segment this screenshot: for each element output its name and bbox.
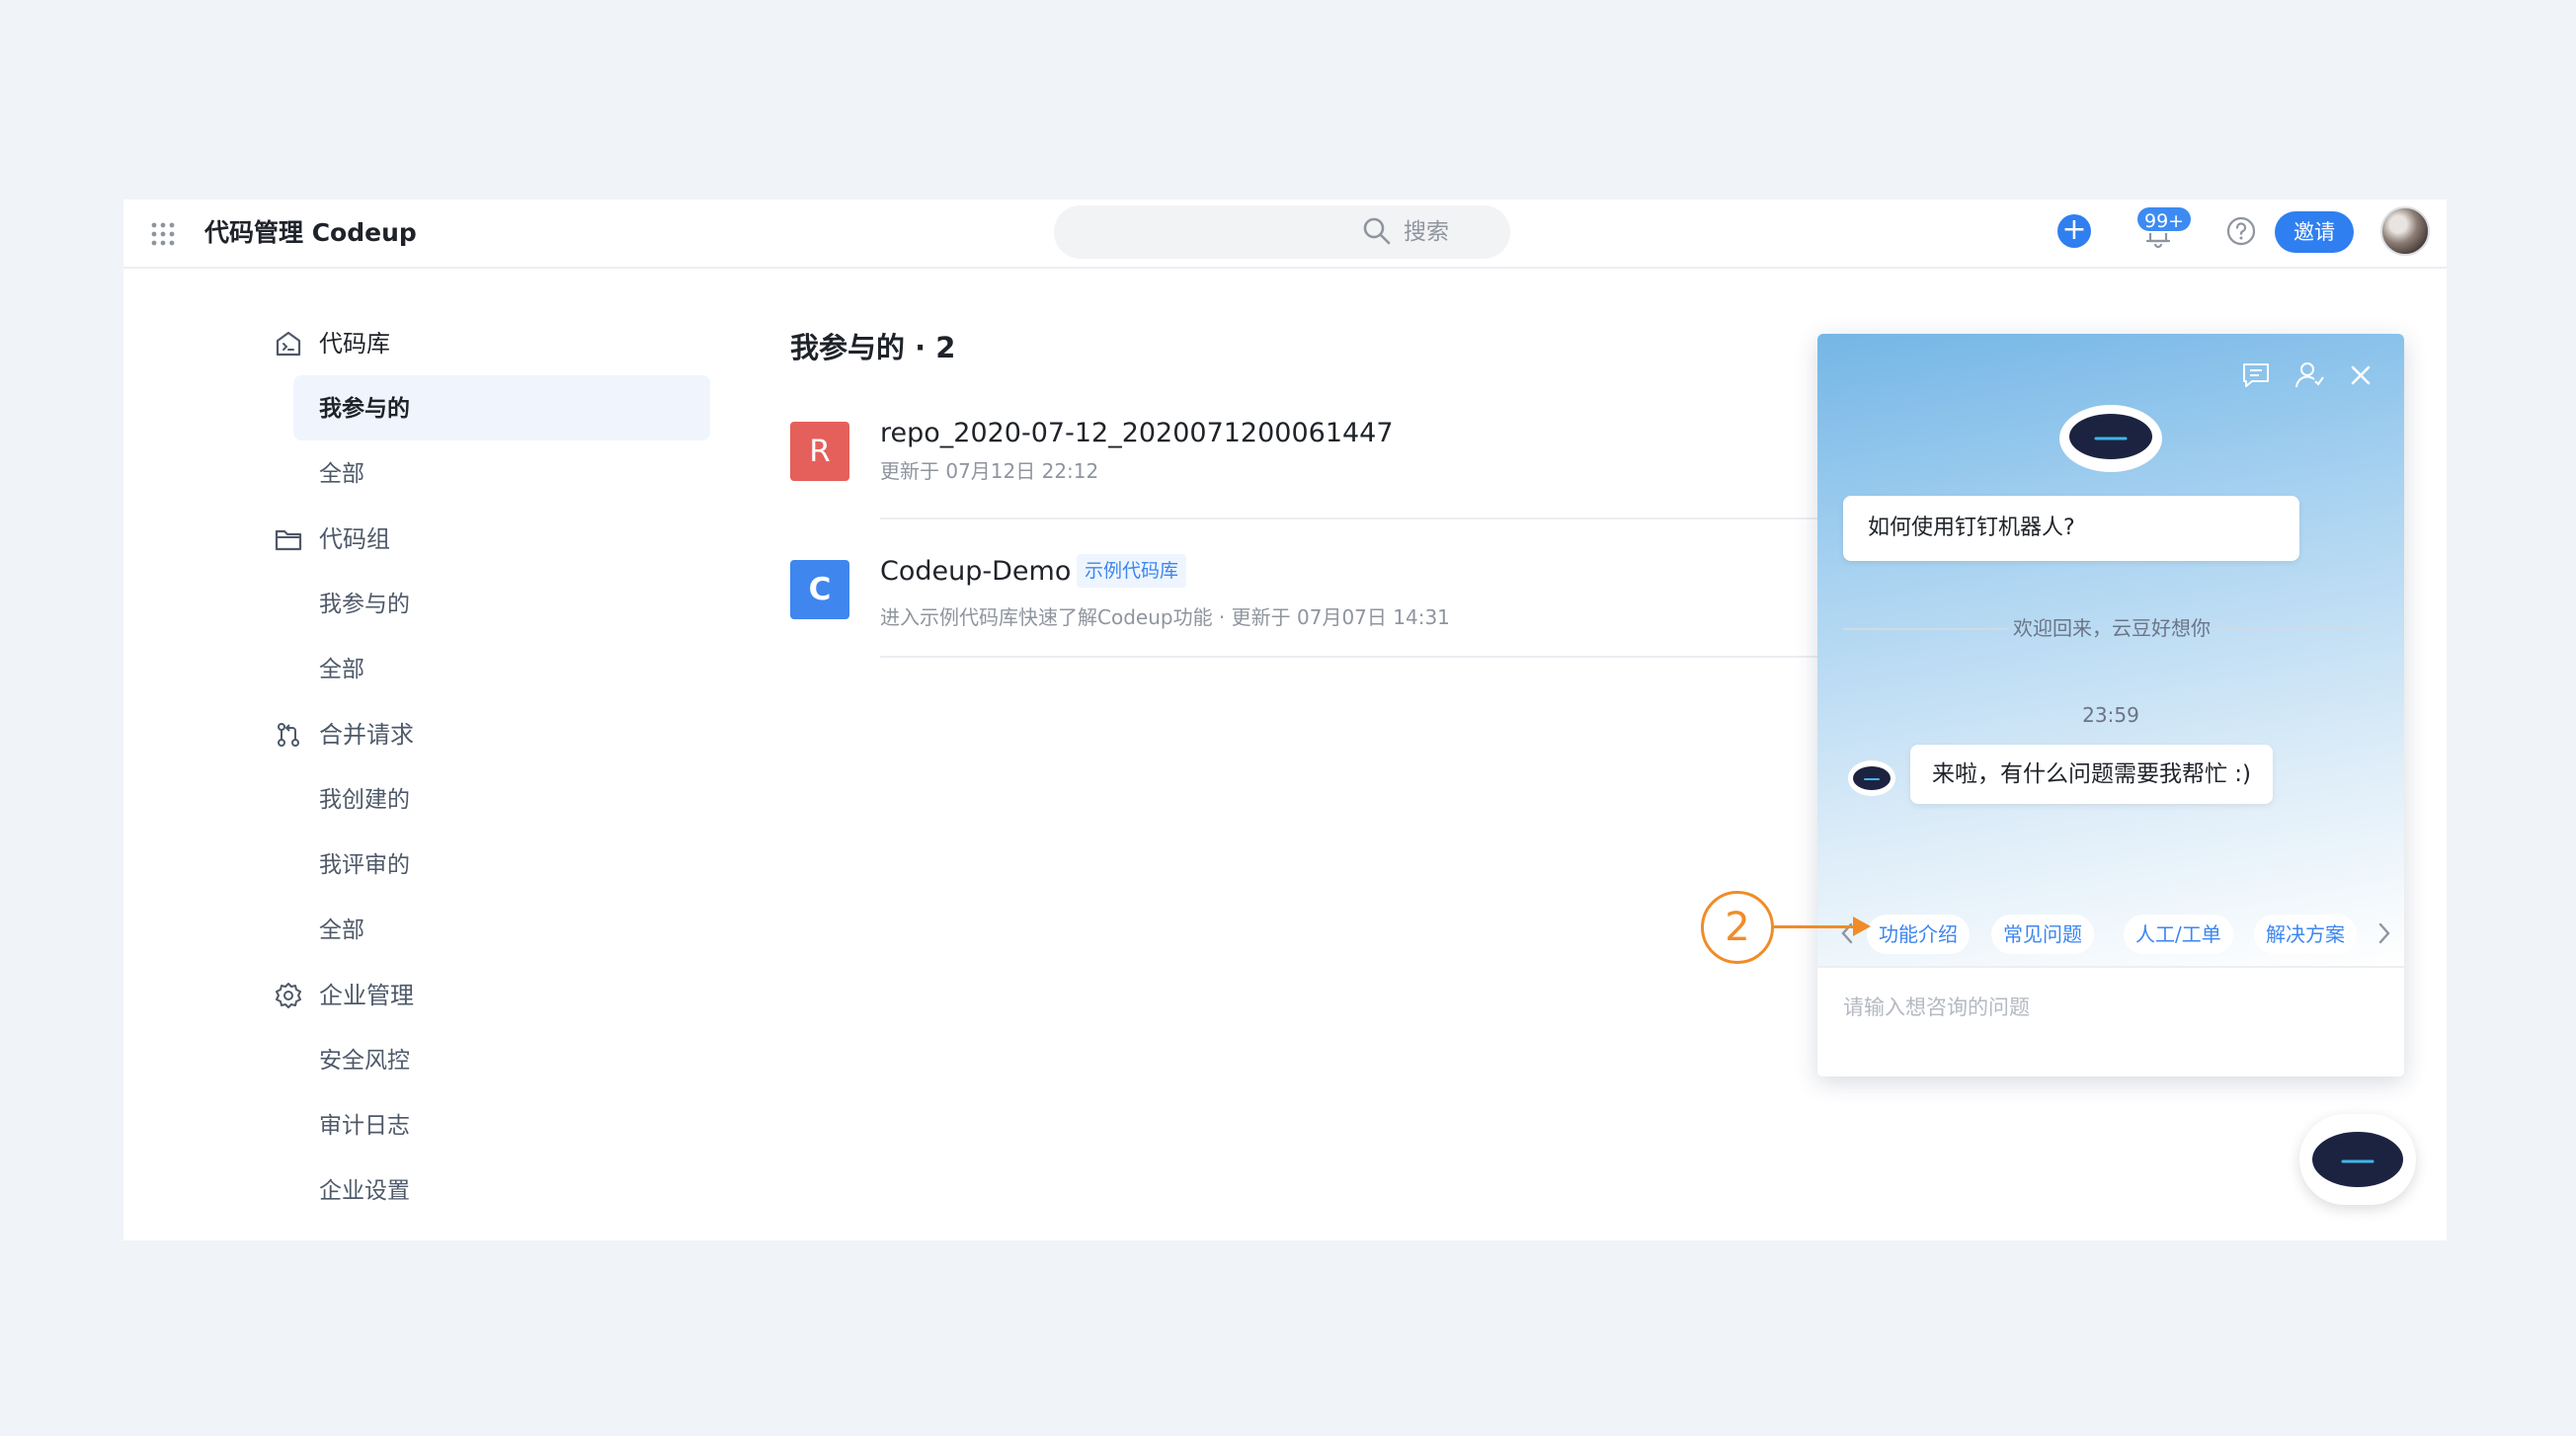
sidebar-item-label: 我创建的 (319, 787, 410, 813)
bot-message-avatar-icon (1848, 760, 1895, 796)
quick-chip-solutions[interactable]: 解决方案 (2254, 915, 2357, 954)
message-timestamp: 23:59 (2082, 703, 2139, 727)
merge-request-icon (278, 723, 299, 747)
sidebar-item-repos-mine[interactable]: 我参与的 (293, 375, 710, 440)
annotation-arrow-line (1774, 925, 1855, 928)
sidebar-group-label: 代码库 (319, 330, 390, 358)
create-plus-button[interactable]: + (2057, 214, 2091, 248)
sample-repo-tag: 示例代码库 (1077, 554, 1187, 588)
sidebar-item-audit-log[interactable]: 审计日志 (123, 1092, 538, 1157)
robot-avatar-icon (2059, 405, 2162, 472)
top-bar: 代码管理 Codeup 搜索 + 99+ 邀请 (123, 199, 2447, 269)
sidebar-group-repos[interactable]: 代码库 (123, 310, 538, 375)
floating-assistant-button[interactable] (2299, 1114, 2416, 1205)
sidebar-group-label: 企业管理 (319, 982, 414, 1009)
annotation-arrow-head-icon (1853, 917, 1871, 936)
gear-icon (276, 983, 301, 1008)
divider (880, 656, 1967, 658)
sidebar-group-code-groups[interactable]: 代码组 (123, 506, 538, 571)
sidebar-item-label: 安全风控 (319, 1048, 410, 1074)
annotation-step-marker: 2 (1701, 891, 1774, 964)
bot-message-bubble: 来啦，有什么问题需要我帮忙 :) (1910, 745, 2274, 804)
sidebar-group-enterprise[interactable]: 企业管理 (123, 962, 538, 1027)
suggested-question-card[interactable]: 如何使用钉钉机器人? (1843, 496, 2299, 561)
divider (2213, 628, 2378, 630)
repo-description: 进入示例代码库快速了解Codeup功能 · 更新于 07月07日 14:31 (880, 605, 1450, 629)
divider (880, 518, 1967, 519)
search-placeholder: 搜索 (1404, 219, 1449, 245)
sidebar-item-groups-all[interactable]: 全部 (123, 636, 538, 701)
notification-badge: 99+ (2135, 205, 2194, 233)
sidebar-item-label: 审计日志 (319, 1113, 410, 1139)
sidebar-nav: 代码库 我参与的 全部 代码组 我参与的 全部 合并请求 我创建的 我评审的 全… (123, 310, 710, 1223)
sidebar-item-enterprise-settings[interactable]: 企业设置 (123, 1157, 538, 1223)
welcome-message: 欢迎回来，云豆好想你 (2013, 616, 2211, 640)
sidebar-item-groups-mine[interactable]: 我参与的 (123, 571, 538, 636)
sidebar-item-label: 我参与的 (319, 396, 410, 422)
chevron-right-icon[interactable] (2373, 918, 2396, 948)
robot-icon (2312, 1132, 2403, 1187)
folder-icon (275, 529, 302, 551)
sidebar-item-label: 我参与的 (319, 592, 410, 617)
page-title: 我参与的 · 2 (790, 331, 956, 364)
repo-avatar-icon: C (790, 560, 849, 619)
chat-input-area (1817, 966, 2404, 1077)
feedback-icon[interactable] (2240, 359, 2272, 391)
repo-icon (276, 331, 301, 357)
search-icon (1363, 217, 1391, 245)
human-agent-icon[interactable] (2294, 359, 2325, 391)
repo-name[interactable]: repo_2020-07-12_2020071200061447 (880, 414, 1394, 453)
repo-name[interactable]: Codeup-Demo (880, 552, 1071, 592)
user-avatar[interactable] (2380, 206, 2430, 256)
sidebar-item-label: 企业设置 (319, 1178, 410, 1204)
repo-avatar-icon: R (790, 422, 849, 481)
sidebar-item-repos-all[interactable]: 全部 (123, 440, 538, 506)
divider (1843, 628, 2009, 630)
quick-chip-human-ticket[interactable]: 人工/工单 (2124, 915, 2233, 954)
quick-reply-row: 功能介绍 常见问题 人工/工单 解决方案 (1817, 905, 2404, 962)
assistant-chat-panel: 如何使用钉钉机器人? 欢迎回来，云豆好想你 23:59 来啦，有什么问题需要我帮… (1817, 334, 2404, 1077)
sidebar-item-label: 我评审的 (319, 852, 410, 878)
chat-message-input[interactable] (1843, 988, 2376, 1027)
sidebar-item-mr-all[interactable]: 全部 (123, 897, 538, 962)
close-icon[interactable] (2345, 359, 2376, 391)
invite-button[interactable]: 邀请 (2275, 211, 2354, 253)
sidebar-item-label: 全部 (319, 657, 364, 682)
quick-chip-features[interactable]: 功能介绍 (1867, 915, 1970, 954)
sidebar-item-security[interactable]: 安全风控 (123, 1027, 538, 1092)
quick-chip-faq[interactable]: 常见问题 (1991, 915, 2094, 954)
sidebar-item-mr-reviewing[interactable]: 我评审的 (123, 832, 538, 897)
chat-header: 如何使用钉钉机器人? 欢迎回来，云豆好想你 23:59 来啦，有什么问题需要我帮… (1817, 334, 2404, 966)
sidebar-item-mr-created[interactable]: 我创建的 (123, 766, 538, 832)
repo-updated-time: 更新于 07月12日 22:12 (880, 459, 1099, 483)
sidebar-item-label: 全部 (319, 917, 364, 943)
app-grid-icon[interactable] (149, 220, 177, 248)
sidebar-group-merge-requests[interactable]: 合并请求 (123, 701, 538, 766)
app-title: 代码管理 Codeup (204, 218, 417, 247)
sidebar-group-label: 合并请求 (319, 721, 414, 749)
sidebar-item-label: 全部 (319, 461, 364, 487)
search-input[interactable]: 搜索 (1054, 205, 1510, 259)
sidebar-group-label: 代码组 (319, 525, 390, 553)
help-icon[interactable] (2224, 214, 2258, 248)
